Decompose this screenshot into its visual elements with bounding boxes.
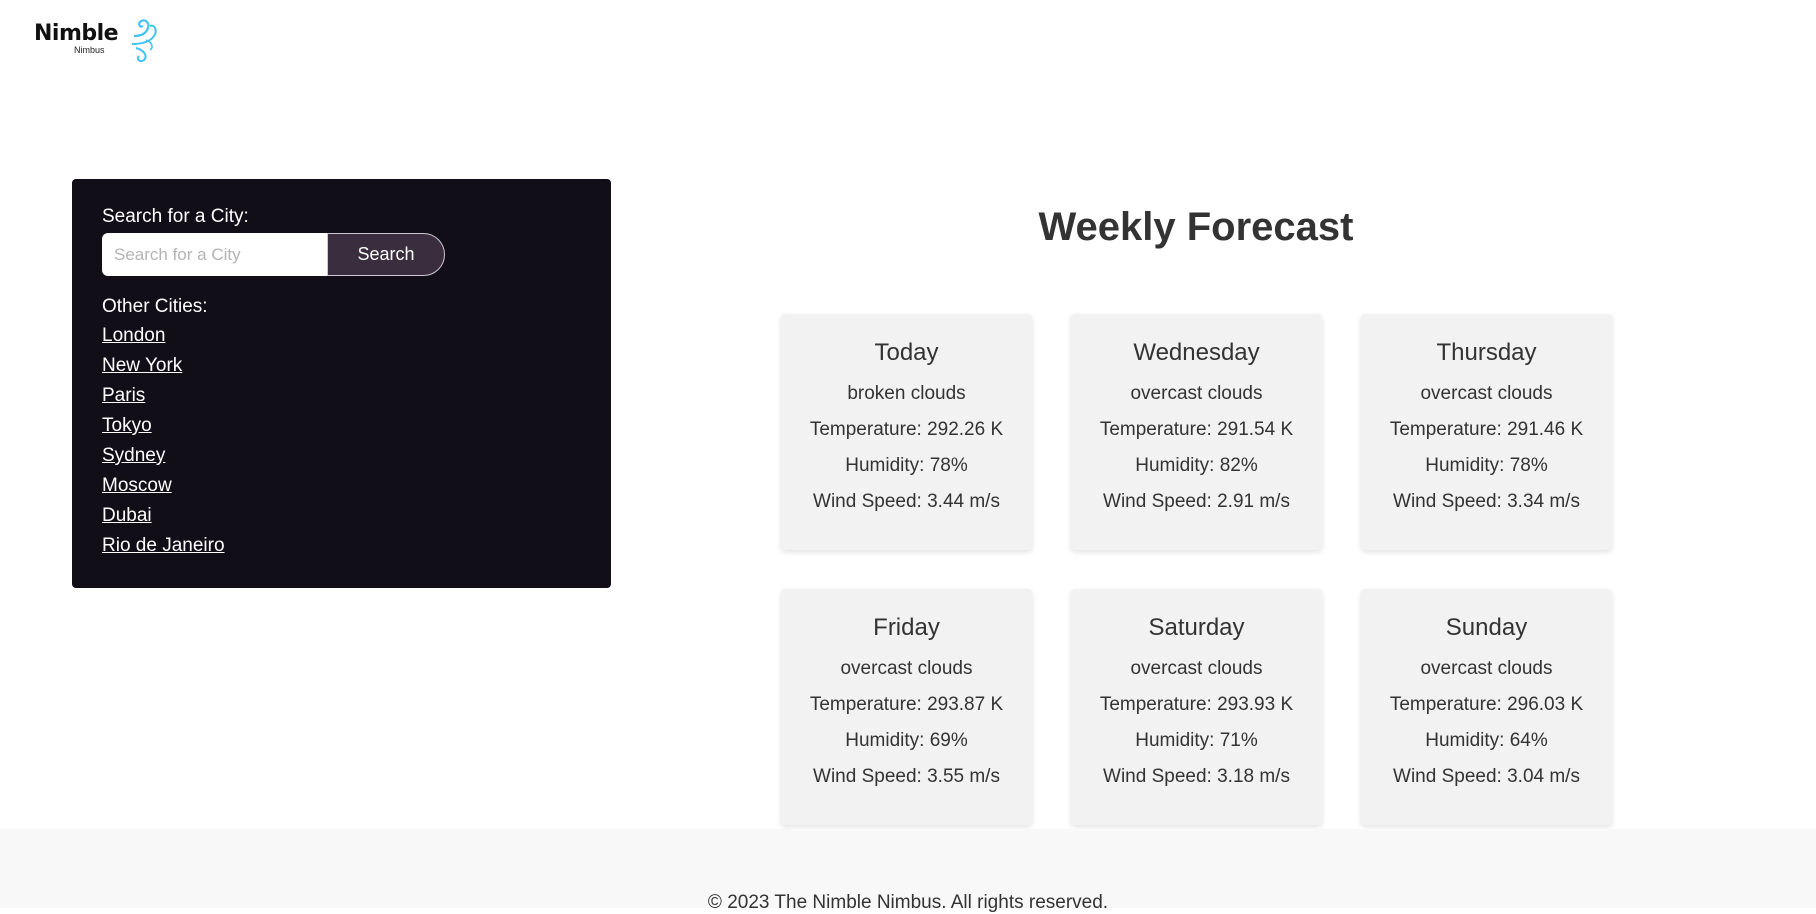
forecast-day: Today <box>874 339 939 366</box>
city-link-rio-de-janeiro[interactable]: Rio de Janeiro <box>102 535 225 556</box>
forecast-humidity: Humidity: 78% <box>1425 455 1548 476</box>
forecast-humidity: Humidity: 69% <box>845 730 968 751</box>
forecast-card: Wednesday overcast clouds Temperature: 2… <box>1071 314 1322 550</box>
forecast-card: Saturday overcast clouds Temperature: 29… <box>1071 589 1322 825</box>
forecast-description: overcast clouds <box>1420 383 1553 404</box>
city-link-moscow[interactable]: Moscow <box>102 475 172 496</box>
logo-subtitle: Nimbus <box>74 45 105 55</box>
search-row: Search <box>102 233 452 276</box>
wind-swirl-icon <box>131 19 157 62</box>
forecast-description: overcast clouds <box>1420 658 1553 679</box>
forecast-description: broken clouds <box>847 383 966 404</box>
forecast-wind-speed: Wind Speed: 3.18 m/s <box>1103 766 1290 787</box>
forecast-temperature: Temperature: 292.26 K <box>809 419 1004 440</box>
forecast-temperature: Temperature: 293.93 K <box>1099 694 1294 715</box>
forecast-card: Thursday overcast clouds Temperature: 29… <box>1361 314 1612 550</box>
forecast-day: Thursday <box>1436 339 1537 366</box>
city-link-tokyo[interactable]: Tokyo <box>102 415 152 436</box>
forecast-description: overcast clouds <box>840 658 973 679</box>
city-link-new-york[interactable]: New York <box>102 355 182 376</box>
forecast-day: Friday <box>873 614 940 641</box>
page-title: Weekly Forecast <box>1038 205 1354 249</box>
forecast-wind-speed: Wind Speed: 3.04 m/s <box>1393 766 1580 787</box>
logo-wordmark: Nimble <box>34 21 119 46</box>
other-cities-label: Other Cities: <box>102 296 208 317</box>
forecast-day: Wednesday <box>1133 339 1260 366</box>
forecast-card: Today broken clouds Temperature: 292.26 … <box>781 314 1032 550</box>
forecast-humidity: Humidity: 82% <box>1135 455 1258 476</box>
forecast-humidity: Humidity: 64% <box>1425 730 1548 751</box>
search-button[interactable]: Search <box>327 233 445 276</box>
forecast-humidity: Humidity: 71% <box>1135 730 1258 751</box>
search-input[interactable] <box>102 233 327 276</box>
site-footer: © 2023 The Nimble Nimbus. All rights res… <box>0 829 1816 913</box>
forecast-description: overcast clouds <box>1130 383 1263 404</box>
forecast-card: Sunday overcast clouds Temperature: 296.… <box>1361 589 1612 825</box>
city-link-paris[interactable]: Paris <box>102 385 145 406</box>
forecast-wind-speed: Wind Speed: 3.34 m/s <box>1393 491 1580 512</box>
forecast-wind-speed: Wind Speed: 3.55 m/s <box>813 766 1000 787</box>
forecast-temperature: Temperature: 293.87 K <box>809 694 1004 715</box>
city-list: London New York Paris Tokyo Sydney Mosco… <box>102 325 581 565</box>
city-link-london[interactable]: London <box>102 325 165 346</box>
forecast-humidity: Humidity: 78% <box>845 455 968 476</box>
forecast-day: Sunday <box>1445 614 1528 641</box>
forecast-wind-speed: Wind Speed: 3.44 m/s <box>813 491 1000 512</box>
forecast-temperature: Temperature: 291.54 K <box>1099 419 1294 440</box>
city-link-dubai[interactable]: Dubai <box>102 505 152 526</box>
forecast-day: Saturday <box>1148 614 1245 641</box>
forecast-wind-speed: Wind Speed: 2.91 m/s <box>1103 491 1290 512</box>
forecast-temperature: Temperature: 296.03 K <box>1389 694 1584 715</box>
logo[interactable]: Nimble Nimbus <box>34 14 166 64</box>
footer-copyright: © 2023 The Nimble Nimbus. All rights res… <box>707 892 1109 913</box>
forecast-temperature: Temperature: 291.46 K <box>1389 419 1584 440</box>
forecast-description: overcast clouds <box>1130 658 1263 679</box>
search-label: Search for a City: <box>102 206 249 227</box>
city-link-sydney[interactable]: Sydney <box>102 445 165 466</box>
forecast-card: Friday overcast clouds Temperature: 293.… <box>781 589 1032 825</box>
city-search-panel: Search for a City: Search Other Cities: … <box>72 179 611 588</box>
